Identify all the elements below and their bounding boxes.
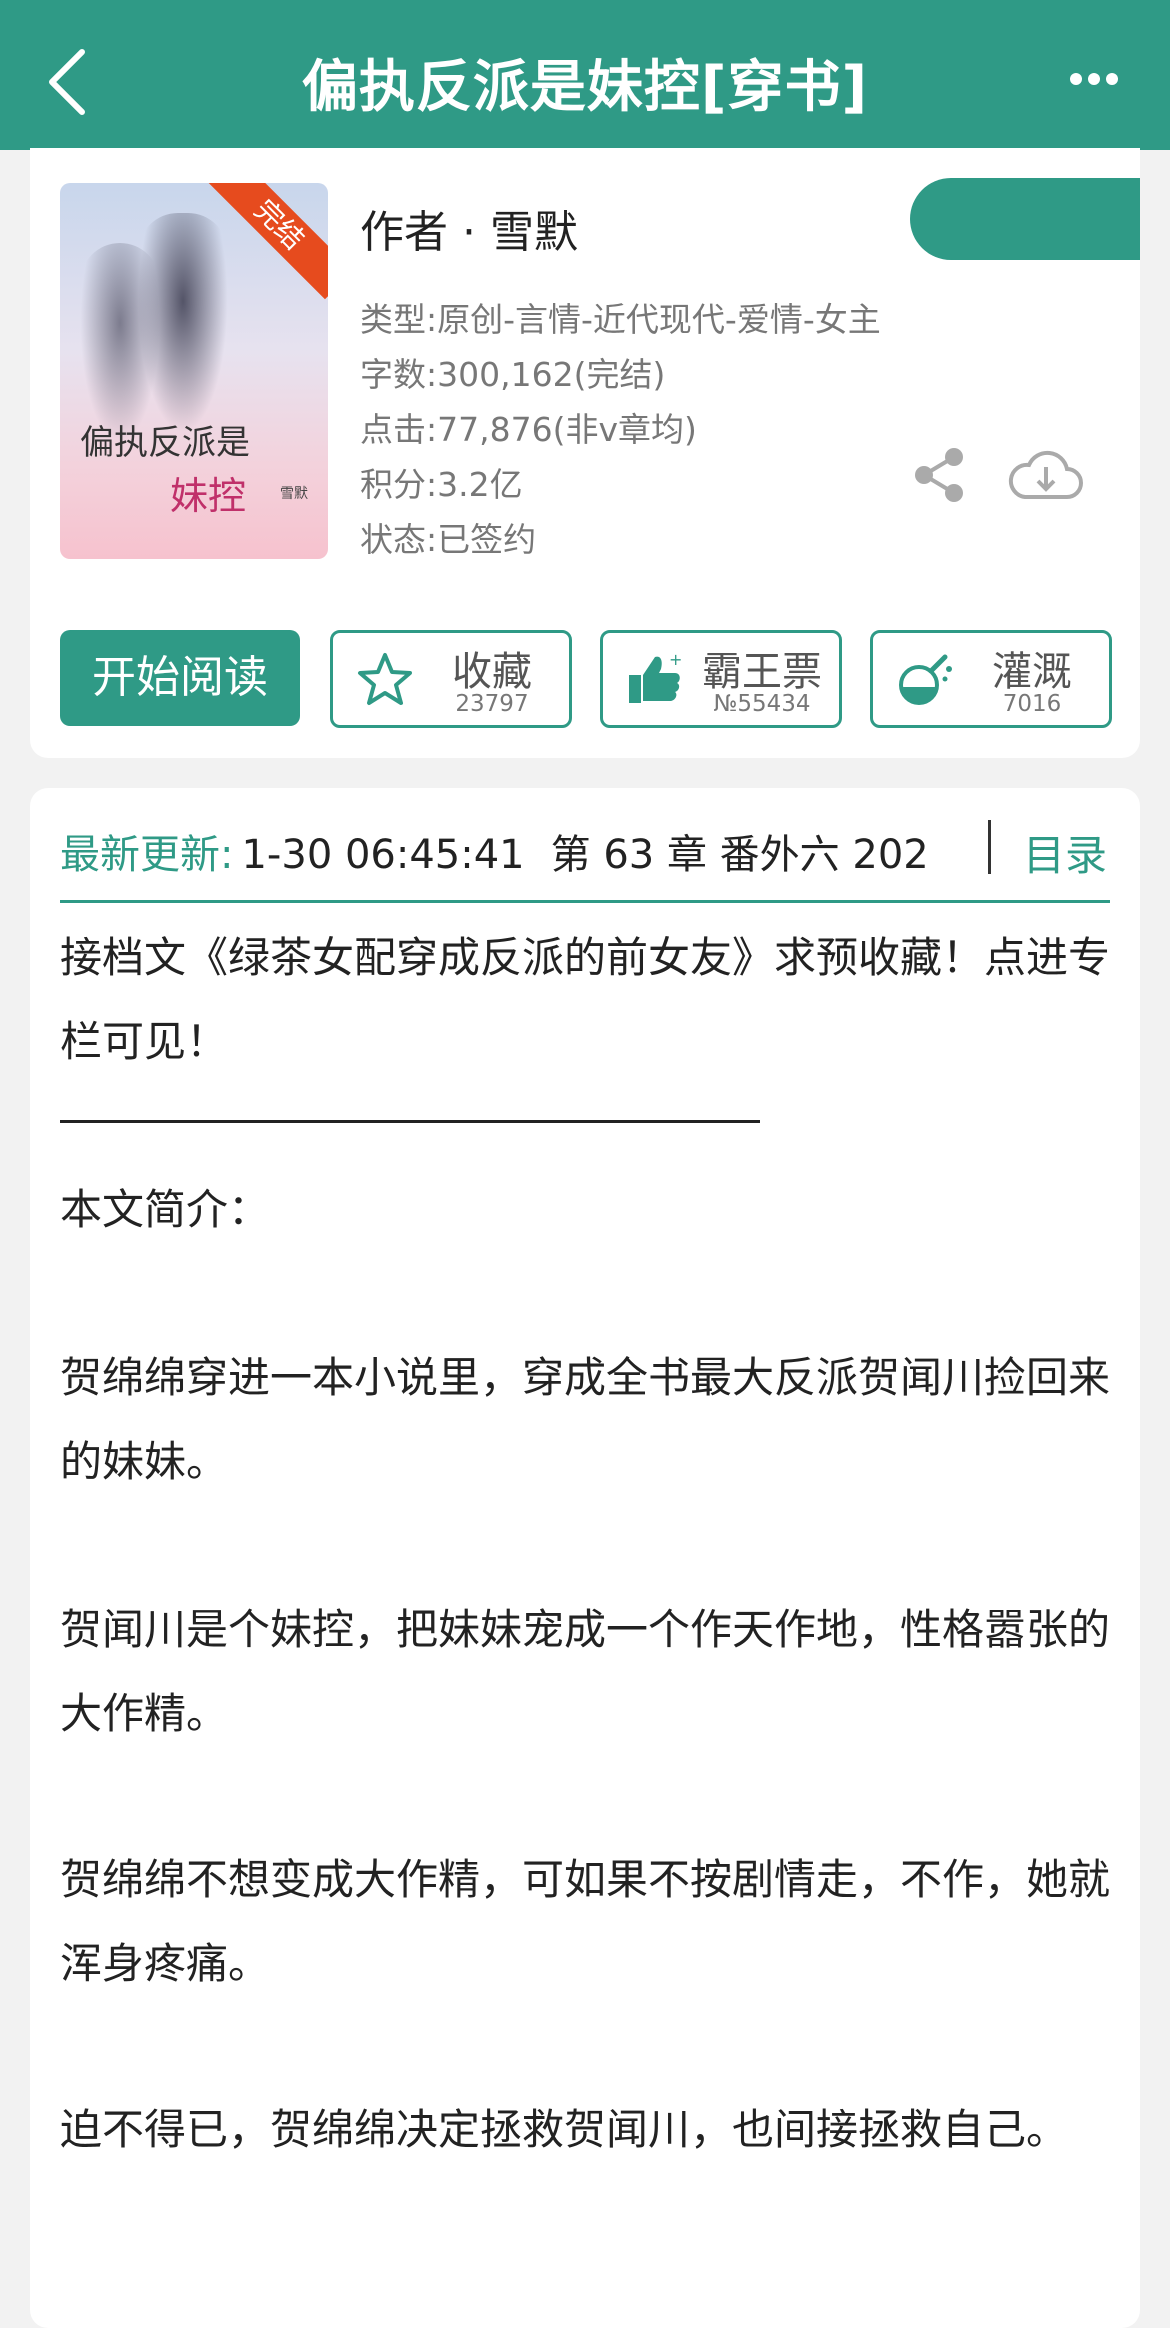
text-divider-line: [60, 1120, 760, 1123]
book-cover[interactable]: 偏执反派是 妹控 雪默 完结: [60, 183, 328, 559]
intro-paragraph: 贺绵绵不想变成大作精，可如果不按剧情走，不作，她就浑身疼痛。: [60, 1855, 1111, 1988]
favorite-count: 23797: [455, 691, 529, 717]
cover-title: 偏执反派是: [80, 423, 250, 463]
intro-paragraph: 贺闻川是个妹控，把妹妹宠成一个作天作地，性格嚣张的大作精。: [60, 1605, 1111, 1738]
latest-update-label: 最新更新:: [60, 832, 234, 878]
vote-button[interactable]: + 霸王票 №55434: [600, 630, 842, 728]
meta-clicks: 点击:77,876(非v章均): [360, 410, 697, 449]
author-name[interactable]: 作者 · 雪默: [360, 196, 578, 260]
vote-count: №55434: [713, 691, 811, 717]
latest-chapter: 第 63 章 番外六 202: [550, 832, 929, 878]
thumbs-up-icon: +: [629, 651, 682, 703]
download-icon[interactable]: [1005, 443, 1085, 507]
nutrient-button[interactable]: 灌溉 7016: [870, 630, 1112, 728]
svg-text:+: +: [669, 651, 682, 669]
latest-update-time: 1-30 06:45:41: [241, 832, 525, 878]
intro-paragraph: 贺绵绵穿进一本小说里，穿成全书最大反派贺闻川捡回来的妹妹。: [60, 1353, 1111, 1486]
intro-card: 最新更新: 1-30 06:45:41 第 63 章 番外六 202 目录 接档文《…: [30, 788, 1140, 2328]
separator: [988, 820, 991, 874]
meta-status: 状态:已签约: [360, 520, 537, 559]
favorite-button[interactable]: 收藏 23797: [330, 630, 572, 728]
cover-figure: [138, 213, 228, 433]
star-icon: [358, 653, 412, 705]
nutrient-label: 灌溉: [992, 649, 1072, 695]
share-icon[interactable]: [910, 443, 970, 507]
favorite-label: 收藏: [452, 649, 532, 695]
flask-icon: [899, 654, 952, 705]
intro-paragraph: 迫不得已，贺绵绵决定拯救贺闻川，也间接拯救自己。: [60, 2105, 1069, 2154]
start-reading-button[interactable]: 开始阅读: [60, 630, 300, 726]
table-of-contents-link[interactable]: 目录: [1023, 822, 1107, 883]
latest-update[interactable]: 最新更新: 1-30 06:45:41 第 63 章 番外六 202: [60, 822, 929, 880]
page-title: 偏执反派是妹控[穿书]: [301, 55, 869, 120]
book-info-card: 偏执反派是 妹控 雪默 完结 作者 · 雪默 类型:原创-言情-近代现代-爱情-…: [30, 148, 1140, 758]
top-bar: 偏执反派是妹控[穿书]: [0, 0, 1170, 150]
divider: [60, 900, 1110, 903]
nutrient-count: 7016: [1002, 691, 1062, 717]
meta-score: 积分:3.2亿: [360, 465, 523, 504]
cover-signature: 雪默: [280, 486, 308, 502]
follow-pill-button[interactable]: [910, 178, 1140, 260]
meta-genre: 类型:原创-言情-近代现代-爱情-女主: [360, 300, 881, 339]
more-icon[interactable]: [1070, 70, 1130, 100]
intro-heading: 本文简介：: [60, 1185, 271, 1234]
meta-word-count: 字数:300,162(完结): [360, 355, 666, 394]
cover-title: 妹控: [170, 474, 247, 518]
notice-text: 接档文《绿茶女配穿成反派的前女友》求预收藏！点进专栏可见！: [60, 933, 1111, 1066]
vote-label: 霸王票: [702, 649, 822, 695]
